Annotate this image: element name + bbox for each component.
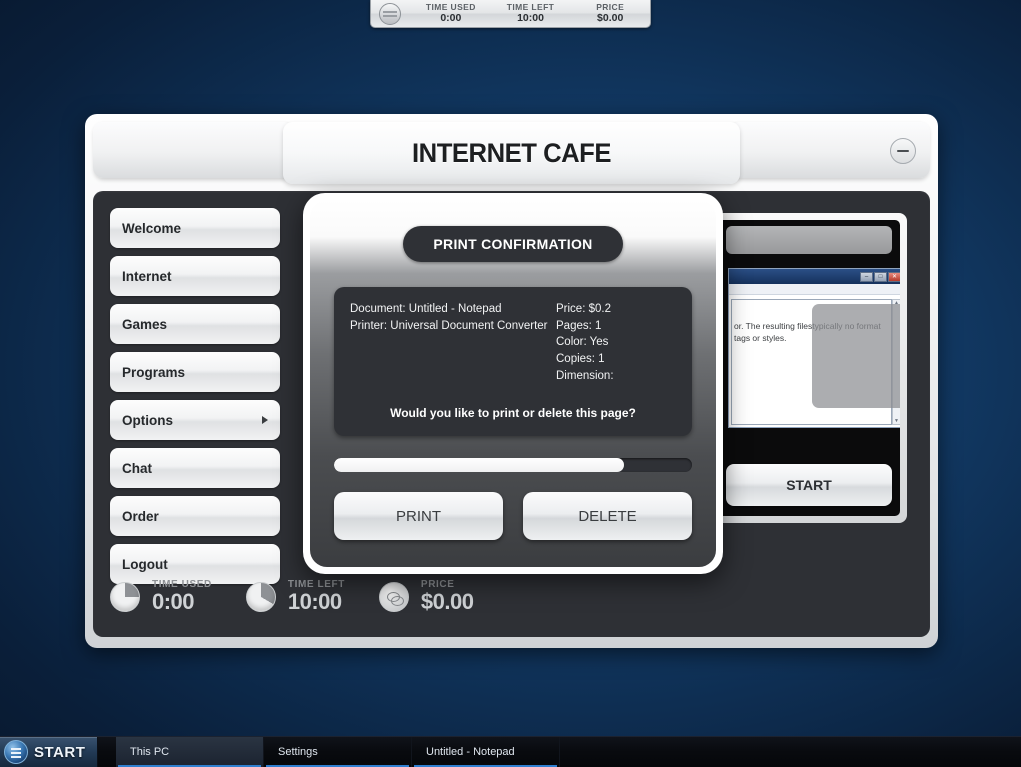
taskbar-item-notepad[interactable]: Untitled - Notepad [412,737,560,767]
taskbar-item-label: Untitled - Notepad [426,746,515,758]
info-pages: Pages: 1 [556,319,602,332]
status-time-used: TIME USED 0:00 [110,579,212,614]
dialog-body: PRINT CONFIRMATION Document: Untitled - … [310,200,716,567]
screen-preview: – □ ✕ or. The resulting filestypically n… [718,220,900,516]
print-button[interactable]: PRINT [334,492,503,541]
top-status-strip: TIME USED 0:00 TIME LEFT 10:00 PRICE $0.… [370,0,651,28]
sidebar-item-programs[interactable]: Programs [110,352,280,392]
status-time-used-value: 0:00 [152,589,195,615]
sidebar-item-welcome[interactable]: Welcome [110,208,280,248]
delete-button[interactable]: DELETE [523,492,692,541]
print-info-left: Document: Untitled - Notepad Printer: Un… [350,301,556,384]
info-printer: Printer: Universal Document Converter [350,319,548,332]
preview-start-button[interactable]: START [726,464,892,506]
notepad-titlebar: – □ ✕ [729,269,900,284]
sidebar-item-options[interactable]: Options [110,400,280,440]
taskbar-item-this-pc[interactable]: This PC [116,737,264,767]
top-time-used-value: 0:00 [440,12,462,25]
status-time-left-value: 10:00 [287,589,342,615]
info-copies: Copies: 1 [556,353,605,366]
dialog-question: Would you like to print or delete this p… [390,406,636,421]
status-price: PRICE $0.00 [378,579,474,615]
notepad-close-icon[interactable]: ✕ [888,271,900,282]
status-time-left: TIME LEFT 10:00 [245,579,345,615]
top-time-left-value: 10:00 [517,12,544,25]
info-color: Color: Yes [556,336,609,349]
taskbar-item-label: Settings [278,746,318,758]
sidebar-item-label: Options [122,412,173,428]
taskbar: START This PC Settings Untitled - Notepa… [0,736,1021,767]
sidebar-item-order[interactable]: Order [110,496,280,536]
info-price: Price: $0.2 [556,303,611,315]
top-price: PRICE $0.00 [570,1,650,25]
screen-preview-frame: – □ ✕ or. The resulting filestypically n… [711,213,907,523]
sidebar-item-label: Logout [122,556,168,572]
dialog-actions: PRINT DELETE [334,492,692,541]
window-header: INTERNET CAFE [93,122,930,188]
progress-bar [334,458,692,473]
sidebar: Welcome Internet Games Programs Options … [110,208,280,592]
notepad-maximize-icon[interactable]: □ [874,271,887,282]
sidebar-item-label: Chat [122,460,152,476]
print-info-right: Price: $0.2 Pages: 1 Color: Yes Copies: … [556,301,676,384]
progress-bar-fill [334,458,624,473]
preview-toolbar [726,226,892,254]
sidebar-item-label: Internet [122,268,172,284]
sidebar-item-label: Games [122,316,168,332]
info-dimension: Dimension: [556,369,614,382]
taskbar-spacer [98,737,116,767]
sidebar-item-chat[interactable]: Chat [110,448,280,488]
top-time-used: TIME USED 0:00 [411,1,491,25]
status-row: TIME USED 0:00 TIME LEFT 10:00 PRICE $0.… [110,571,913,623]
notepad-menubar [729,284,900,295]
sidebar-item-games[interactable]: Games [110,304,280,344]
menu-orb-icon [4,740,28,764]
sidebar-item-label: Order [122,508,159,524]
taskbar-item-settings[interactable]: Settings [264,737,412,767]
dialog-title: PRINT CONFIRMATION [403,226,623,262]
top-time-used-label: TIME USED [425,1,476,12]
taskbar-item-label: This PC [130,746,170,758]
notepad-minimize-icon[interactable]: – [860,271,873,282]
preview-overlay [812,304,900,408]
chevron-right-icon [262,416,268,424]
pie-chart-icon [245,582,276,612]
sidebar-item-internet[interactable]: Internet [110,256,280,296]
coins-icon [378,582,409,612]
start-button[interactable]: START [0,737,98,767]
clock-disc-icon [379,2,401,25]
top-price-label: PRICE [596,1,625,12]
minimize-icon[interactable] [890,138,916,164]
print-confirmation-dialog: PRINT CONFIRMATION Document: Untitled - … [303,193,723,574]
top-time-left: TIME LEFT 10:00 [491,1,571,25]
start-button-label: START [34,743,86,761]
pie-chart-icon [110,582,140,612]
sidebar-item-label: Programs [122,364,186,380]
top-time-left-label: TIME LEFT [506,1,555,12]
print-info-box: Document: Untitled - Notepad Printer: Un… [334,287,692,437]
top-price-value: $0.00 [597,12,624,25]
page-title: INTERNET CAFE [411,138,612,168]
status-price-value: $0.00 [420,589,474,615]
info-document: Document: Untitled - Notepad [350,303,502,315]
sidebar-item-label: Welcome [122,220,182,236]
